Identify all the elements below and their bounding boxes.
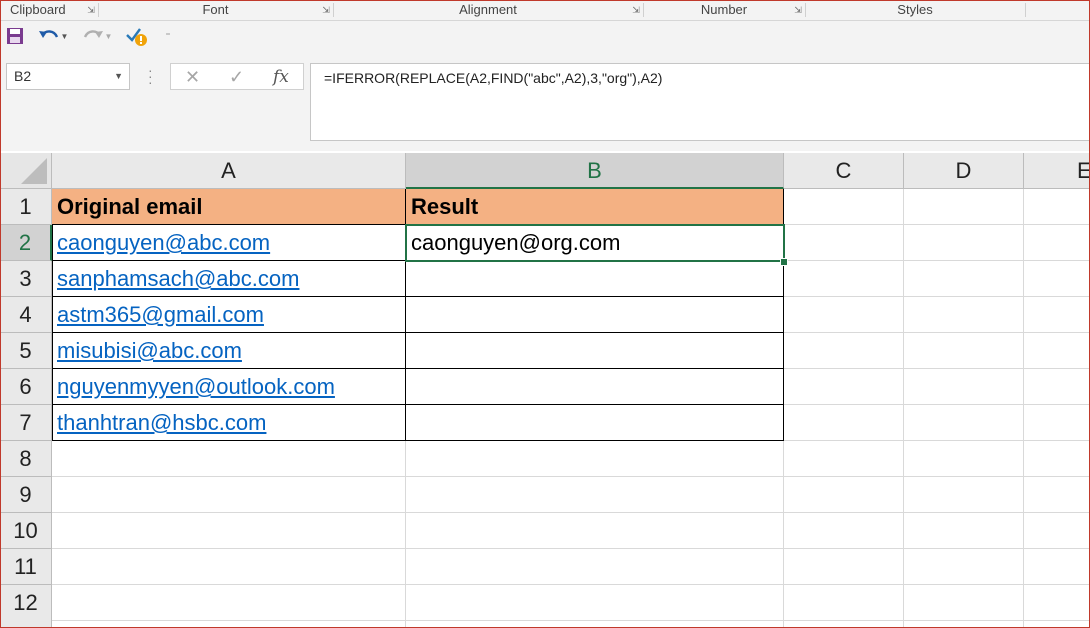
chevron-down-icon[interactable]: ▼ xyxy=(114,64,123,89)
ribbon-group-number: Number ⇲ xyxy=(643,0,805,20)
name-box[interactable]: B2 ▼ xyxy=(6,63,130,90)
cancel-icon[interactable]: ✕ xyxy=(185,67,200,88)
undo-button[interactable]: ▼ xyxy=(36,25,70,47)
ribbon-group-number-label: Number xyxy=(700,2,748,17)
undo-icon xyxy=(38,30,58,38)
divider xyxy=(1025,3,1026,17)
ribbon-group-clipboard-label: Clipboard xyxy=(10,2,66,17)
column-header-b[interactable]: B xyxy=(406,153,784,189)
row-header-8[interactable]: 8 xyxy=(0,441,52,477)
formula-bar-area: B2 ▼ · · · ✕ ✓ fx =IFERROR(REPLACE(A2,FIND… xyxy=(0,51,1090,151)
cell-b6[interactable] xyxy=(406,369,784,405)
column-header-c[interactable]: C xyxy=(784,153,904,189)
row-header-12[interactable]: 12 xyxy=(0,585,52,628)
row-header-10[interactable]: 10 xyxy=(0,513,52,549)
row-header-6[interactable]: 6 xyxy=(0,369,52,405)
spellcheck-icon xyxy=(126,28,147,46)
customize-qat-icon: ⁼ xyxy=(165,30,171,42)
spreadsheet-grid: A B C D E 1 2 3 4 5 6 7 8 9 10 11 12 Ori… xyxy=(0,153,1090,628)
ribbon-group-styles-label: Styles xyxy=(897,2,933,17)
table-left-border xyxy=(52,225,53,441)
row-header-1[interactable]: 1 xyxy=(0,189,52,225)
cell-b5[interactable] xyxy=(406,333,784,369)
ribbon-group-font-label: Font xyxy=(202,2,229,17)
name-box-value: B2 xyxy=(14,68,32,84)
ribbon-group-font: Font ⇲ xyxy=(98,0,333,20)
formula-buttons: ✕ ✓ fx xyxy=(170,63,304,90)
dialog-launcher-icon[interactable]: ⇲ xyxy=(87,6,95,15)
select-all-icon xyxy=(21,158,47,184)
active-cell-selection xyxy=(405,224,785,262)
redo-button[interactable]: ▼ xyxy=(80,25,114,47)
cell-a5[interactable]: misubisi@abc.com xyxy=(52,333,406,369)
select-all-button[interactable] xyxy=(0,153,52,189)
cell-a2[interactable]: caonguyen@abc.com xyxy=(52,225,406,261)
cell-b3[interactable] xyxy=(406,261,784,297)
formula-input[interactable]: =IFERROR(REPLACE(A2,FIND("abc",A2),3,"or… xyxy=(310,63,1090,141)
row-header-2[interactable]: 2 xyxy=(0,225,52,261)
dialog-launcher-icon[interactable]: ⇲ xyxy=(322,6,330,15)
row-header-4[interactable]: 4 xyxy=(0,297,52,333)
ribbon-group-clipboard: Clipboard ⇲ xyxy=(0,0,98,20)
ribbon-group-styles: Styles xyxy=(805,0,1025,20)
fill-handle[interactable] xyxy=(780,258,788,266)
row-header-9[interactable]: 9 xyxy=(0,477,52,513)
chevron-down-icon[interactable]: ▼ xyxy=(105,32,113,41)
cell-a4[interactable]: astm365@gmail.com xyxy=(52,297,406,333)
row-header-3[interactable]: 3 xyxy=(0,261,52,297)
save-button[interactable] xyxy=(4,25,26,47)
cell-a3[interactable]: sanphamsach@abc.com xyxy=(52,261,406,297)
enter-icon[interactable]: ✓ xyxy=(229,67,244,88)
row-header-7[interactable]: 7 xyxy=(0,405,52,441)
spellcheck-button[interactable] xyxy=(124,25,150,47)
row-header-11[interactable]: 11 xyxy=(0,549,52,585)
cell-b1[interactable]: Result xyxy=(406,189,784,225)
cell-a7[interactable]: thanhtran@hsbc.com xyxy=(52,405,406,441)
ribbon-group-alignment: Alignment ⇲ xyxy=(333,0,643,20)
ribbon-group-alignment-label: Alignment xyxy=(459,2,517,17)
save-icon xyxy=(7,28,23,44)
row-header-5[interactable]: 5 xyxy=(0,333,52,369)
chevron-down-icon[interactable]: ▼ xyxy=(61,32,69,41)
resize-handle-icon[interactable]: · · · xyxy=(148,63,153,89)
customize-qat-button[interactable]: ⁼ xyxy=(160,25,176,47)
cell-b7[interactable] xyxy=(406,405,784,441)
ribbon-group-labels: Clipboard ⇲ Font ⇲ Alignment ⇲ Number ⇲ … xyxy=(0,0,1090,21)
quick-access-toolbar: ▼ ▼ ⁼ xyxy=(0,21,1090,51)
column-header-a[interactable]: A xyxy=(52,153,406,189)
redo-icon xyxy=(83,30,103,38)
cell-b4[interactable] xyxy=(406,297,784,333)
dialog-launcher-icon[interactable]: ⇲ xyxy=(794,6,802,15)
column-header-e[interactable]: E xyxy=(1024,153,1090,189)
dialog-launcher-icon[interactable]: ⇲ xyxy=(632,6,640,15)
cell-a1[interactable]: Original email xyxy=(52,189,406,225)
column-header-d[interactable]: D xyxy=(904,153,1024,189)
cell-a6[interactable]: nguyenmyyen@outlook.com xyxy=(52,369,406,405)
insert-function-button[interactable]: fx xyxy=(273,67,289,87)
